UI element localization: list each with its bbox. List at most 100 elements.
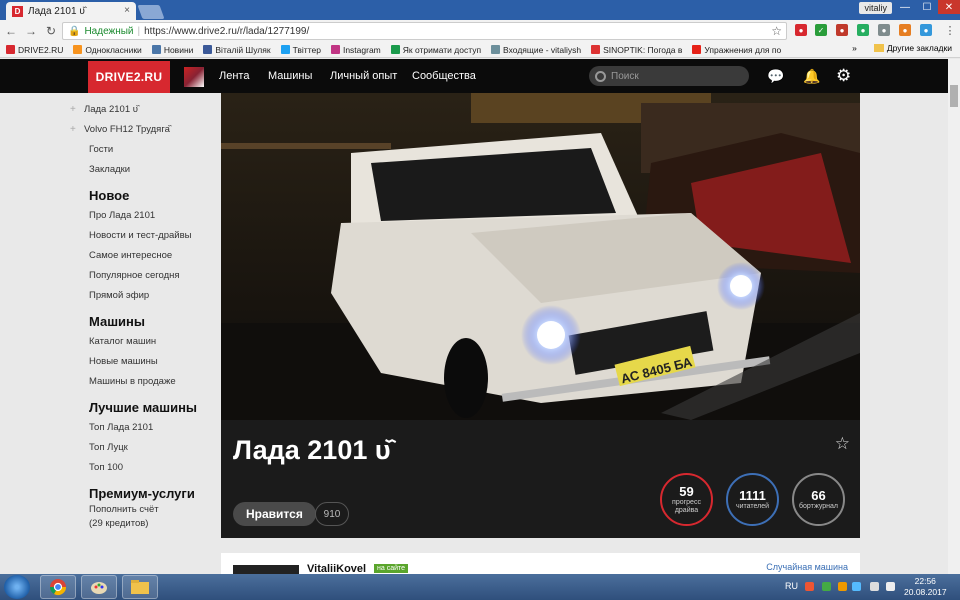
url-text: https://www.drive2.ru/r/lada/1277199/ bbox=[144, 25, 310, 37]
other-bookmarks-label: Другие закладки bbox=[886, 43, 952, 53]
sidebar-car-label: Volvo FH12 Трудяга᷈ bbox=[84, 123, 170, 135]
bookmark-star-icon[interactable]: ☆ bbox=[771, 24, 782, 38]
forward-button[interactable]: → bbox=[22, 24, 40, 38]
author-thumbnail[interactable] bbox=[233, 565, 299, 574]
random-car-link[interactable]: Случайная машина bbox=[766, 562, 848, 572]
like-button[interactable]: Нравится bbox=[233, 502, 316, 526]
bookmark-favicon-icon bbox=[203, 45, 213, 54]
credits-balance: (29 кредитов) bbox=[89, 518, 149, 529]
sidebar-item[interactable]: Прямой эфир bbox=[70, 285, 220, 305]
nav-cars[interactable]: Машины bbox=[268, 70, 312, 82]
extension-icon-1[interactable]: ● bbox=[795, 24, 807, 36]
system-clock[interactable]: 22:56 20.08.2017 bbox=[904, 576, 947, 598]
scrollbar-track[interactable] bbox=[948, 59, 960, 574]
lock-icon: 🔒 bbox=[68, 25, 81, 37]
url-separator: | bbox=[137, 25, 141, 37]
tray-app-icon[interactable] bbox=[822, 582, 831, 591]
search-placeholder: Поиск bbox=[611, 70, 639, 82]
extension-icon-6[interactable]: ● bbox=[899, 24, 911, 36]
author-name[interactable]: VitaliiKovel bbox=[307, 563, 366, 574]
sidebar-item[interactable]: Новости и тест-драйвы bbox=[70, 225, 220, 245]
sidebar-item[interactable]: Новые машины bbox=[70, 351, 220, 371]
language-indicator[interactable]: RU bbox=[785, 581, 798, 591]
tray-app-icon[interactable] bbox=[852, 582, 861, 591]
new-tab-button[interactable] bbox=[137, 5, 165, 19]
bookmark-item[interactable]: DRIVE2.RU bbox=[6, 45, 63, 55]
topup-link[interactable]: Пополнить счёт bbox=[70, 503, 220, 517]
sidebar-item[interactable]: Машины в продаже bbox=[70, 371, 220, 391]
tab-close-icon[interactable]: × bbox=[124, 5, 130, 16]
stat-readers[interactable]: 1111 читателей bbox=[726, 473, 779, 526]
sidebar-item[interactable]: Топ Лада 2101 bbox=[70, 417, 220, 437]
minimize-button[interactable]: — bbox=[894, 0, 916, 14]
bookmark-item[interactable]: SINOPTIK: Погода в bbox=[591, 45, 682, 55]
volume-icon[interactable] bbox=[886, 582, 895, 591]
sidebar-item[interactable]: Про Лада 2101 bbox=[70, 205, 220, 225]
like-count: 910 bbox=[315, 502, 349, 526]
network-icon[interactable] bbox=[870, 582, 879, 591]
notifications-icon[interactable]: 🔔 bbox=[803, 68, 820, 85]
bookmark-item[interactable]: Твіттер bbox=[280, 45, 321, 55]
bookmark-item[interactable]: Віталій Шуляк bbox=[203, 44, 271, 55]
sidebar-item[interactable]: Самое интересное bbox=[70, 245, 220, 265]
stat-label: бортжурнал bbox=[799, 502, 838, 510]
profile-button[interactable]: vitaliy bbox=[859, 2, 892, 14]
sidebar-item-guests[interactable]: Гости bbox=[70, 139, 220, 159]
bookmark-item[interactable]: Instagram bbox=[330, 44, 381, 55]
sidebar-car-label: Лада 2101 ᴜ᷈ bbox=[84, 103, 138, 115]
bookmark-label: Віталій Шуляк bbox=[215, 44, 271, 55]
bookmark-item[interactable]: Як отримати доступ bbox=[390, 45, 481, 55]
taskbar-paint-icon[interactable] bbox=[81, 575, 117, 599]
menu-icon[interactable]: ⋮ bbox=[944, 24, 956, 37]
drive2-favicon-icon: D bbox=[12, 5, 23, 17]
taskbar-explorer-icon[interactable] bbox=[122, 575, 158, 599]
extension-icon-2[interactable]: ✓ bbox=[815, 24, 827, 36]
settings-gear-icon[interactable]: ⚙ bbox=[836, 66, 851, 86]
search-input[interactable]: Поиск bbox=[589, 66, 749, 86]
nav-communities[interactable]: Сообщества bbox=[412, 70, 476, 82]
other-bookmarks[interactable]: » Другие закладки bbox=[852, 43, 952, 53]
car-photo[interactable]: АС 8405 БА bbox=[221, 93, 860, 420]
bookmark-label: Instagram bbox=[342, 44, 381, 55]
sidebar-item[interactable]: Топ 100 bbox=[70, 457, 220, 477]
back-button[interactable]: ← bbox=[2, 24, 20, 38]
clock-time: 22:56 bbox=[914, 576, 936, 586]
extension-icon-3[interactable]: ● bbox=[836, 24, 848, 36]
bookmark-star-icon[interactable]: ☆ bbox=[835, 434, 850, 454]
avatar[interactable] bbox=[184, 67, 204, 87]
bookmark-item[interactable]: Входящие - vitaliysh bbox=[491, 45, 581, 55]
extension-icon-7[interactable]: ● bbox=[920, 24, 932, 36]
taskbar: RU 22:56 20.08.2017 bbox=[0, 574, 960, 600]
address-bar[interactable]: 🔒 Надежный | https://www.drive2.ru/r/lad… bbox=[62, 22, 787, 40]
close-window-button[interactable]: ✕ bbox=[938, 0, 960, 14]
sidebar-item-bookmarks[interactable]: Закладки bbox=[70, 159, 220, 179]
taskbar-chrome-icon[interactable] bbox=[40, 575, 76, 599]
stat-drive-progress[interactable]: 59 прогресс драйва bbox=[660, 473, 713, 526]
nav-feed[interactable]: Лента bbox=[219, 70, 249, 82]
reload-button[interactable]: ↻ bbox=[42, 24, 60, 38]
sidebar-item[interactable]: Топ Луцк bbox=[70, 437, 220, 457]
scrollbar-thumb[interactable] bbox=[950, 85, 958, 107]
bookmark-item[interactable]: Однокласники bbox=[73, 45, 142, 55]
stat-logbook[interactable]: 66 бортжурнал bbox=[792, 473, 845, 526]
nav-experience[interactable]: Личный опыт bbox=[330, 70, 397, 82]
tray-app-icon[interactable] bbox=[805, 582, 814, 591]
sidebar-car-2[interactable]: + Volvo FH12 Трудяга᷈ bbox=[70, 119, 220, 139]
sidebar-car-1[interactable]: + Лада 2101 ᴜ᷈ bbox=[70, 99, 220, 119]
messages-icon[interactable]: 💬 bbox=[767, 68, 784, 85]
bookmark-favicon-icon bbox=[692, 45, 702, 54]
more-bookmarks-chevron-icon[interactable]: » bbox=[852, 43, 857, 53]
bookmark-label: Упражнения для по bbox=[704, 44, 782, 55]
extension-icon-4[interactable]: ● bbox=[857, 24, 869, 36]
sidebar-item[interactable]: Популярное сегодня bbox=[70, 265, 220, 285]
maximize-button[interactable]: ☐ bbox=[916, 0, 938, 14]
stat-label: прогресс драйва bbox=[672, 498, 701, 514]
browser-tab-active[interactable]: D Лада 2101 ᴜ᷈ × bbox=[6, 2, 136, 20]
start-button[interactable] bbox=[4, 575, 30, 599]
tray-app-icon[interactable] bbox=[838, 582, 847, 591]
sidebar-item[interactable]: Каталог машин bbox=[70, 331, 220, 351]
bookmark-item[interactable]: Новини bbox=[151, 45, 193, 55]
extension-icon-5[interactable]: ● bbox=[878, 24, 890, 36]
bookmark-item[interactable]: Упражнения для по bbox=[692, 45, 781, 55]
site-logo[interactable]: DRIVE2.RU bbox=[88, 61, 170, 93]
